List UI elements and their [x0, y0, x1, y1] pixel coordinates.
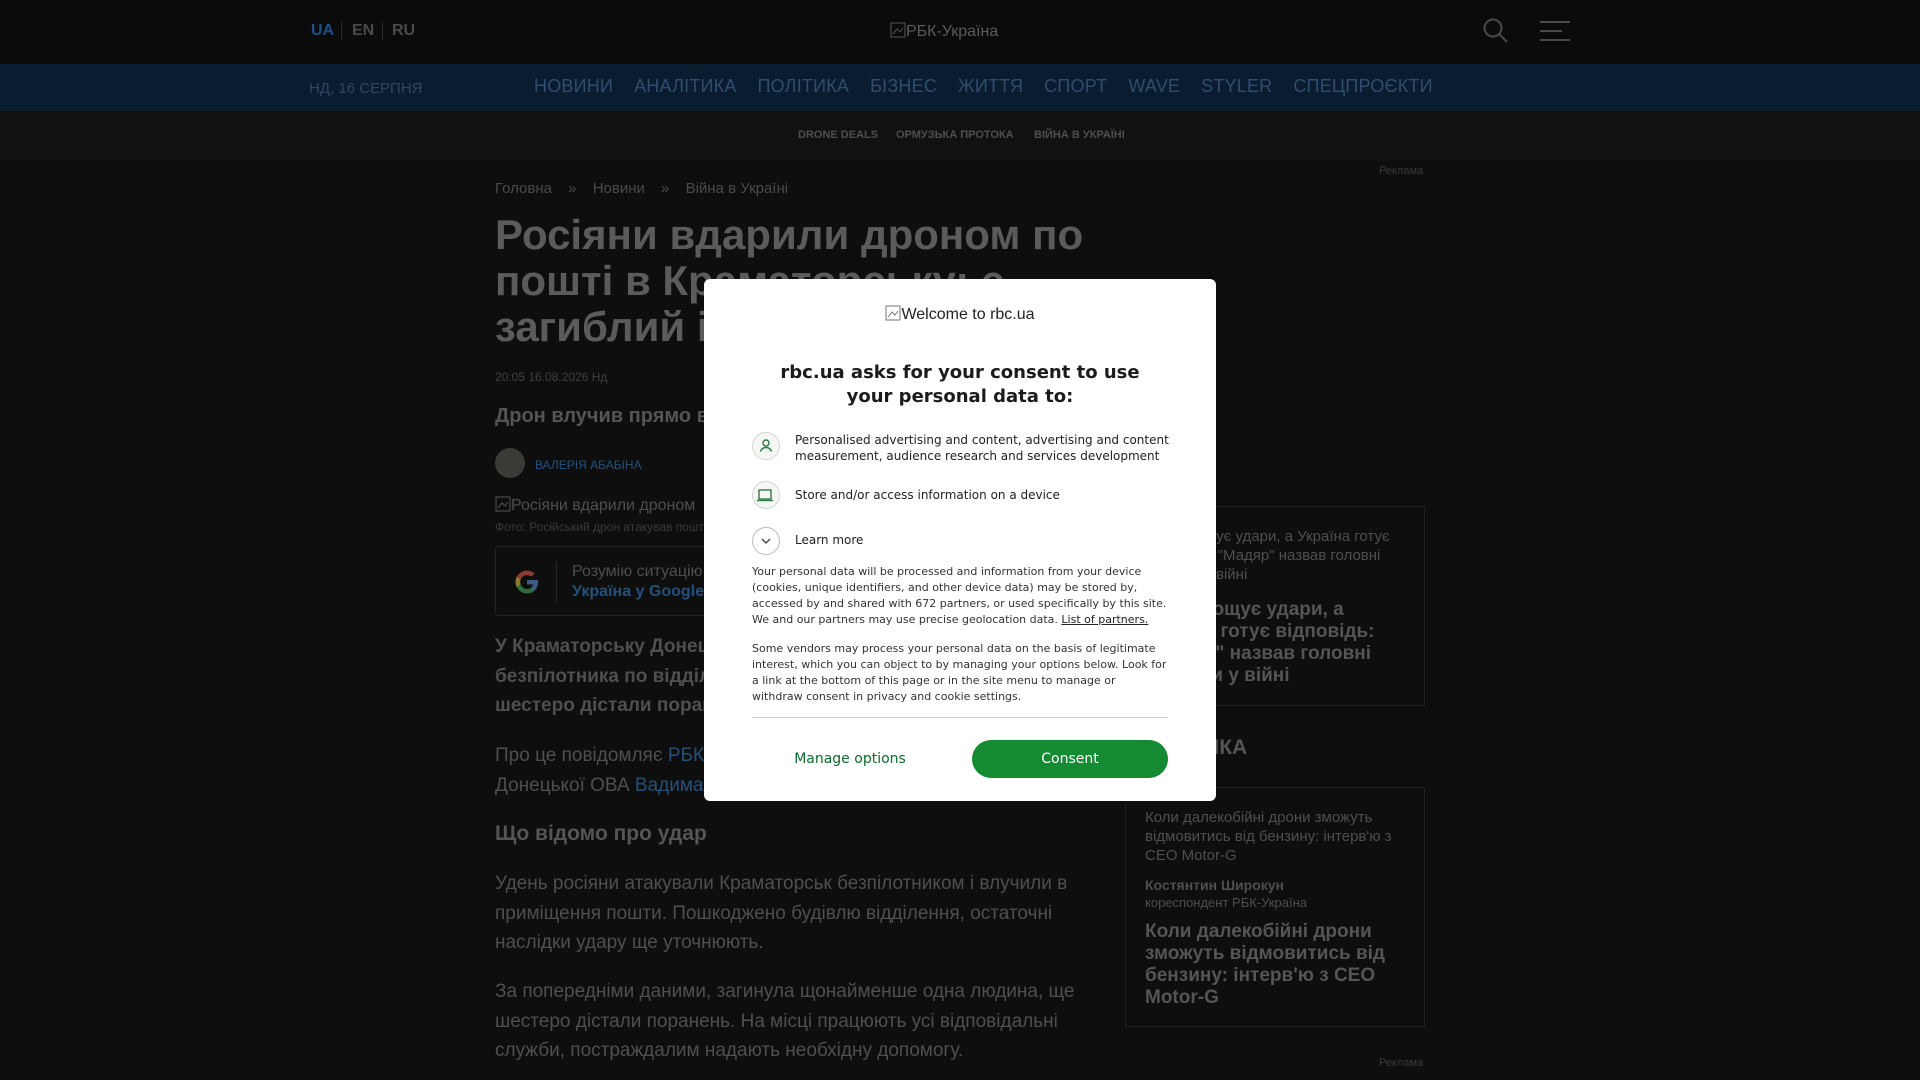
breadcrumb-separator: »: [661, 180, 670, 197]
nav-link-styler[interactable]: STYLER: [1201, 76, 1272, 97]
search-icon[interactable]: [1482, 17, 1510, 45]
broken-image-icon: [495, 496, 511, 512]
nav-link-sport[interactable]: СПОРТ: [1044, 76, 1107, 97]
lang-ru[interactable]: RU: [392, 22, 415, 40]
broken-image-icon: [885, 305, 901, 321]
consent-purpose-storage: Store and/or access information on a dev…: [795, 488, 1060, 502]
lang-divider: [382, 22, 383, 40]
chevron-down-icon[interactable]: [752, 527, 780, 555]
nav-link-news[interactable]: НОВИНИ: [534, 76, 613, 97]
nav-link-wave[interactable]: WAVE: [1128, 76, 1180, 97]
breadcrumb-news[interactable]: Новини: [593, 180, 645, 197]
consent-legitimate-interest-paragraph: Some vendors may process your personal d…: [752, 642, 1167, 703]
topic-nav: DRONE DEALS ОРМУЗЬКА ПРОТОКА ВІЙНА В УКР…: [0, 111, 1920, 161]
broken-image-icon: [890, 22, 906, 38]
article-subheading: Що відомо про удар: [495, 822, 707, 845]
hamburger-menu-icon[interactable]: [1540, 20, 1570, 42]
nav-link-analytics[interactable]: АНАЛІТИКА: [634, 76, 736, 97]
article-paragraph-3: Удень росіяни атакували Краматорськ безп…: [495, 873, 1068, 953]
article-paragraph-4: За попередніми даними, загинула щонаймен…: [495, 981, 1075, 1061]
topic-link-war[interactable]: ВІЙНА В УКРАЇНІ: [1034, 129, 1125, 141]
consent-button[interactable]: Consent: [972, 740, 1168, 778]
google-box-link[interactable]: Україна у Google: [572, 583, 704, 601]
site-logo[interactable]: РБК-Україна: [890, 22, 998, 41]
consent-divider: [752, 717, 1168, 718]
nav-link-specprojects[interactable]: СПЕЦПРОЄКТИ: [1293, 76, 1432, 97]
sidebar-card-author[interactable]: Костянтин Широкун: [1145, 877, 1284, 893]
photo-caption: Фото: Російський дрон атакував пошту: [495, 520, 711, 534]
consent-dialog: Welcome to rbc.ua rbc.ua asks for your c…: [704, 279, 1216, 801]
nav-links: НОВИНИ АНАЛІТИКА ПОЛІТИКА БІЗНЕС ЖИТТЯ С…: [534, 76, 1454, 97]
main-nav: НД, 16 СЕРПНЯ НОВИНИ АНАЛІТИКА ПОЛІТИКА …: [0, 64, 1920, 111]
google-box-text: Розумію ситуацію: [572, 563, 703, 580]
consent-logo: Welcome to rbc.ua: [704, 305, 1216, 324]
consent-purpose-advertising: Personalised advertising and content, ad…: [795, 433, 1169, 463]
device-icon: [752, 481, 780, 509]
sidebar-card-author-role: кореспондент РБК-Україна: [1145, 895, 1307, 910]
partners-link[interactable]: List of partners.: [1061, 613, 1148, 626]
article-photo: Росіяни вдарили дроном: [495, 496, 695, 515]
manage-options-button[interactable]: Manage options: [752, 740, 948, 778]
top-bar: UA EN RU РБК-Україна: [0, 0, 1920, 64]
paragraph-text: Про це повідомляє: [495, 745, 663, 766]
breadcrumb-home[interactable]: Головна: [495, 180, 552, 197]
article-photo-alt: Росіяни вдарили дроном: [511, 497, 696, 514]
site-logo-text: РБК-Україна: [906, 23, 999, 40]
topic-link-drone-deals[interactable]: DRONE DEALS: [798, 129, 878, 141]
ad-label: Реклама: [1379, 165, 1424, 177]
sidebar-card-image-alt: Коли далекобійні дрони зможуть відмовити…: [1145, 809, 1392, 864]
nav-link-life[interactable]: ЖИТТЯ: [958, 76, 1023, 97]
consent-logo-alt: Welcome to rbc.ua: [901, 306, 1035, 323]
google-box-divider: [556, 561, 557, 603]
breadcrumb: Головна » Новини » Війна в Україні: [495, 180, 800, 197]
article-datetime: 20:05 16.08.2026 Нд: [495, 370, 608, 384]
consent-info-paragraph: Your personal data will be processed and…: [752, 564, 1168, 628]
google-icon: [515, 570, 538, 594]
breadcrumb-war[interactable]: Війна в Україні: [686, 180, 789, 197]
nav-link-business[interactable]: БІЗНЕС: [870, 76, 937, 97]
nav-link-politics[interactable]: ПОЛІТИКА: [758, 76, 850, 97]
sidebar-card-title[interactable]: Коли далекобійні дрони зможуть відмовити…: [1145, 921, 1405, 1009]
author-name[interactable]: ВАЛЕРІЯ АБАБІНА: [535, 458, 642, 472]
ad-label: Реклама: [1379, 1057, 1424, 1069]
consent-heading: rbc.ua asks for your consent to use your…: [780, 362, 1140, 407]
sidebar-card-analytics[interactable]: Коли далекобійні дрони зможуть відмовити…: [1125, 787, 1425, 1027]
nav-date: НД, 16 СЕРПНЯ: [309, 80, 423, 97]
lang-divider: [341, 22, 342, 40]
lang-en[interactable]: EN: [352, 22, 374, 40]
learn-more-toggle[interactable]: Learn more: [795, 533, 863, 547]
breadcrumb-separator: »: [568, 180, 577, 197]
topic-link-hormuz[interactable]: ОРМУЗЬКА ПРОТОКА: [896, 129, 1014, 141]
lang-ua[interactable]: UA: [311, 22, 334, 40]
author-avatar: [495, 448, 525, 478]
person-icon: [752, 432, 780, 460]
